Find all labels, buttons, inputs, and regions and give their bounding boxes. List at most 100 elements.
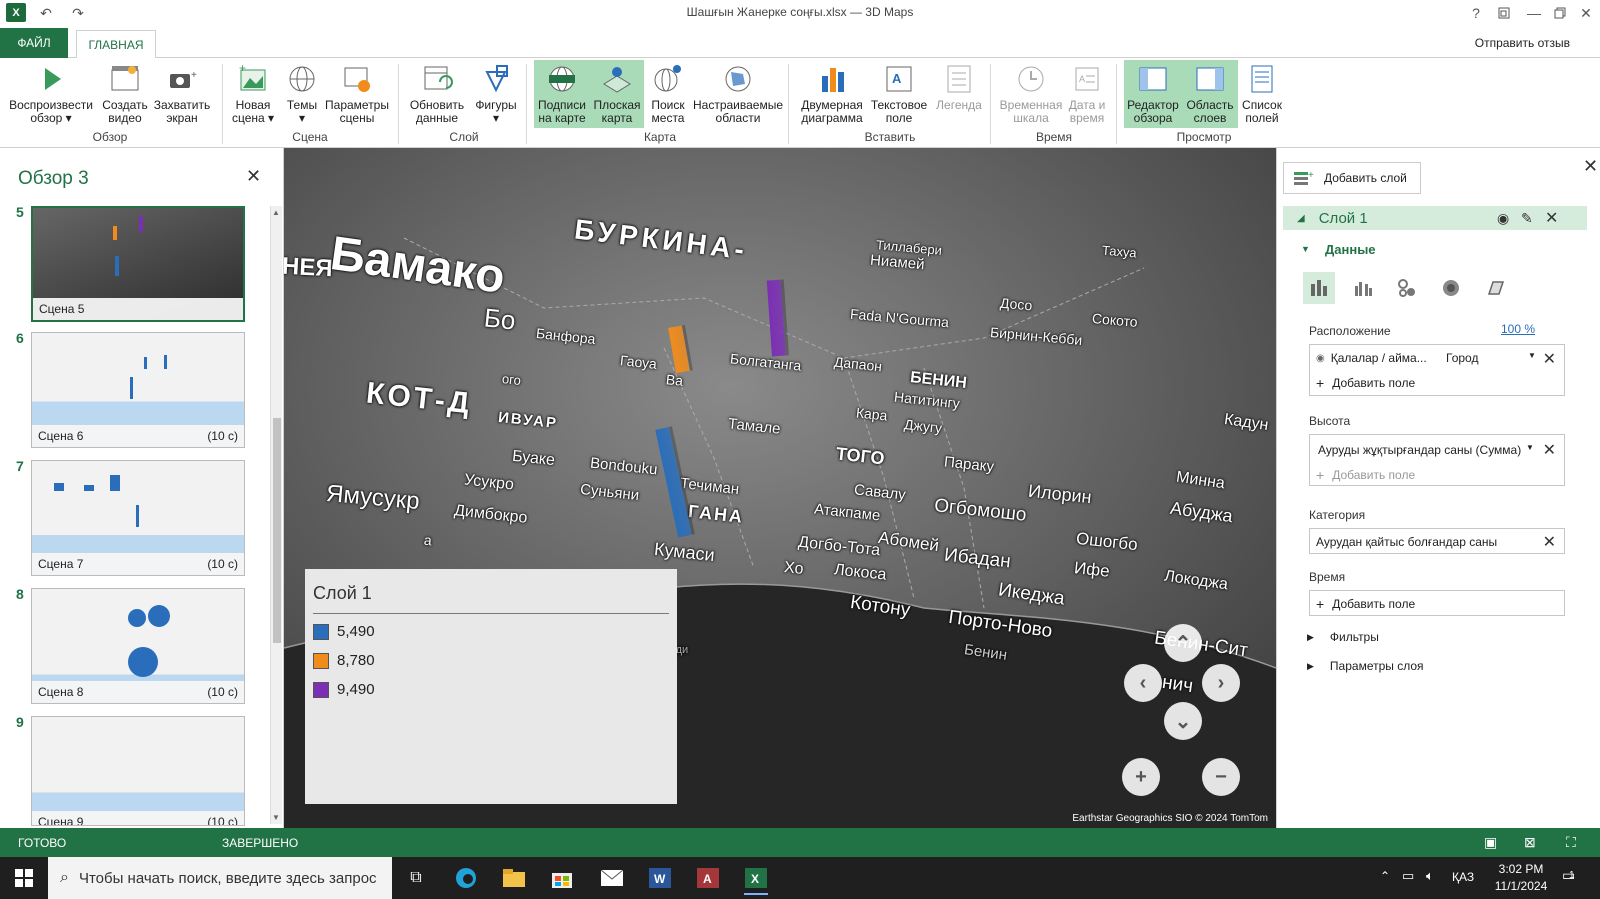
help-icon[interactable]: ? (1466, 3, 1486, 23)
svg-text:X: X (751, 872, 759, 886)
minimize-icon[interactable]: — (1524, 3, 1544, 23)
rotate-left-button[interactable]: ‹ (1124, 664, 1162, 702)
close-icon[interactable]: ✕ (1576, 3, 1596, 23)
scene-options-button[interactable]: Параметры сцены (324, 60, 390, 128)
normal-view-icon[interactable]: ▣ (1484, 834, 1497, 851)
scene-options-label-2: сцены (339, 111, 375, 125)
new-scene-button[interactable]: + Новая сцена ▾ (228, 60, 278, 128)
legend-button[interactable]: Легенда (934, 60, 984, 128)
send-feedback-link[interactable]: Отправить отзыв (1475, 36, 1570, 50)
scene-thumbnail[interactable]: Сцена 5 (31, 206, 245, 322)
task-view-icon[interactable]: ⧉ (396, 861, 436, 895)
layer-options-section[interactable]: ▶ Параметры слоя (1307, 659, 1424, 673)
add-layer-button[interactable]: + Добавить слой (1283, 162, 1421, 194)
mail-icon[interactable] (592, 861, 632, 895)
eye-icon[interactable]: ◉ (1497, 210, 1509, 227)
time-field-box[interactable]: + Добавить поле (1309, 590, 1565, 616)
clock[interactable]: 3:02 PM 11/1/2024 (1492, 861, 1550, 895)
filters-section[interactable]: ▶ Фильтры (1307, 630, 1379, 644)
excel-icon[interactable]: X (736, 861, 776, 895)
zoom-in-button[interactable]: + (1122, 758, 1160, 796)
tilt-down-button[interactable]: ⌄ (1164, 702, 1202, 740)
expand-data-triangle-icon[interactable]: ▼ (1301, 244, 1310, 254)
date-time-button[interactable]: A Дата и время (1064, 60, 1110, 128)
restore-window-icon[interactable] (1494, 3, 1514, 23)
volume-icon[interactable]: 🔈︎ (1426, 868, 1434, 884)
tour-editor-button[interactable]: Редактор обзора (1124, 60, 1182, 128)
clustered-column-type-button[interactable] (1347, 272, 1379, 304)
fit-view-icon[interactable]: ⊠ (1524, 834, 1536, 851)
region-type-button[interactable] (1479, 272, 1511, 304)
map-labels-button[interactable]: Подписи на карте (534, 60, 590, 128)
scene-thumbnail[interactable]: Сцена 7 (10 с) (31, 460, 245, 576)
close-tour-editor-icon[interactable]: ✕ (246, 166, 261, 187)
word-icon[interactable]: W (640, 861, 680, 895)
custom-regions-button[interactable]: Настраиваемые области (692, 60, 784, 128)
remove-field-icon[interactable]: ✕ (1543, 440, 1556, 460)
location-percent[interactable]: 100 % (1501, 322, 1535, 336)
scene-thumbnail[interactable]: Сцена 9 (10 с) (31, 716, 245, 826)
dropdown-arrow-icon[interactable]: ▼ (1526, 443, 1534, 452)
chart-2d-button[interactable]: Двумерная диаграмма (798, 60, 866, 128)
bubble-mark (128, 647, 158, 677)
close-layer-pane-icon[interactable]: ✕ (1583, 156, 1598, 177)
full-screen-icon[interactable]: ⛶ (1566, 834, 1576, 851)
edge-icon[interactable] (446, 861, 486, 895)
scene-thumbnail[interactable]: Сцена 6 (10 с) (31, 332, 245, 448)
stacked-column-type-button[interactable] (1303, 272, 1335, 304)
tab-file[interactable]: ФАЙЛ (0, 28, 68, 58)
text-box-button[interactable]: A Текстовое поле (868, 60, 930, 128)
show-hidden-icons-chevron-icon[interactable]: ⌃ (1380, 869, 1390, 883)
network-icon[interactable]: ▭ (1402, 868, 1414, 884)
store-icon[interactable] (542, 861, 582, 895)
field-list-button[interactable]: Список полей (1238, 60, 1286, 128)
scroll-down-icon[interactable]: ▼ (272, 813, 280, 822)
data-section-label[interactable]: Данные (1325, 242, 1376, 257)
timeline-button[interactable]: Временная шкала (998, 60, 1064, 128)
layer-name[interactable]: Слой 1 (1319, 210, 1368, 227)
add-field-row[interactable]: + Добавить поле (1316, 467, 1415, 483)
edit-pencil-icon[interactable]: ✎ (1521, 210, 1533, 227)
scroll-up-icon[interactable]: ▲ (272, 208, 280, 217)
taskbar-search-box[interactable]: ⌕ Чтобы начать поиск, введите здесь запр… (48, 857, 392, 899)
scrollbar-thumb[interactable] (273, 418, 281, 643)
dropdown-arrow-icon[interactable]: ▼ (1528, 351, 1536, 360)
zoom-out-button[interactable]: − (1202, 758, 1240, 796)
bubble-type-button[interactable] (1391, 272, 1423, 304)
windows-start-icon[interactable] (4, 861, 44, 895)
map-legend[interactable]: Слой 1 5,490 8,780 9,490 (305, 569, 677, 804)
notifications-icon[interactable]: ▭ 1 (1562, 867, 1575, 884)
refresh-data-button[interactable]: Обновить данные (406, 60, 468, 128)
tour-scrollbar[interactable]: ▲ ▼ (270, 206, 282, 824)
rotate-right-button[interactable]: › (1202, 664, 1240, 702)
ribbon-separator (1116, 64, 1117, 144)
capture-screen-button[interactable]: + Захватить экран (152, 60, 212, 128)
layer-header[interactable]: ◢ Слой 1 ◉ ✎ ✕ (1283, 206, 1587, 230)
location-field-row[interactable]: ◉ Қалалар / аймa... (1316, 351, 1427, 365)
category-field-name[interactable]: Аурудан қайтыс болғандар саны (1316, 535, 1497, 549)
access-icon[interactable]: A (688, 861, 728, 895)
delete-layer-icon[interactable]: ✕ (1545, 208, 1558, 228)
heatmap-type-button[interactable] (1435, 272, 1467, 304)
collapse-triangle-icon[interactable]: ◢ (1297, 213, 1305, 224)
add-field-row[interactable]: + Добавить поле (1316, 596, 1415, 612)
flat-map-button[interactable]: Плоская карта (590, 60, 644, 128)
tab-home[interactable]: ГЛАВНАЯ (76, 30, 156, 59)
tilt-up-button[interactable]: ⌃ (1164, 624, 1202, 662)
layer-pane-button[interactable]: Область слоев (1182, 60, 1238, 128)
remove-field-icon[interactable]: ✕ (1543, 532, 1556, 552)
play-tour-button[interactable]: Воспроизвести обзор ▾ (8, 60, 94, 128)
location-type-select[interactable]: Город (1446, 351, 1478, 365)
add-field-row[interactable]: + Добавить поле (1316, 375, 1415, 391)
remove-field-icon[interactable]: ✕ (1543, 349, 1556, 369)
input-language[interactable]: ҚАЗ (1452, 870, 1474, 884)
scene-thumbnail[interactable]: Сцена 8 (10 с) (31, 588, 245, 704)
shapes-button[interactable]: Фигуры ▾ (472, 60, 520, 128)
map-canvas[interactable]: НЕЯ Бамако БУРКИНА- Тиллабери Ниамей Дос… (284, 148, 1276, 828)
maximize-icon[interactable] (1550, 3, 1570, 23)
height-field-name[interactable]: Ауруды жұқтырғандар саны (Сумма) (1318, 443, 1521, 457)
create-video-button[interactable]: Создать видео (100, 60, 150, 128)
file-explorer-icon[interactable] (494, 861, 534, 895)
find-location-button[interactable]: Поиск места (646, 60, 690, 128)
themes-button[interactable]: Темы ▾ (282, 60, 322, 128)
